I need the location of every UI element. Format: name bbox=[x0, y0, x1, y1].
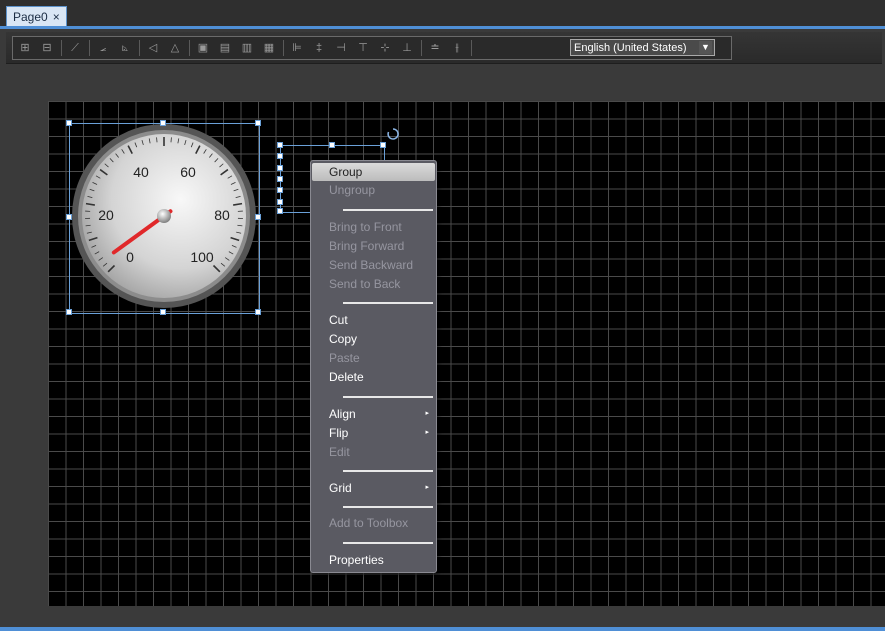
menu-item-flip-label: Flip bbox=[329, 426, 349, 440]
resize-handle[interactable] bbox=[277, 153, 283, 159]
resize-handle[interactable] bbox=[160, 120, 166, 126]
language-value: English (United States) bbox=[574, 42, 687, 54]
align-left-icon[interactable]: ⊫ bbox=[289, 40, 305, 56]
menu-item-flip[interactable]: Flip ▸ bbox=[312, 424, 435, 442]
document-tab-bar: Page0 × bbox=[0, 0, 885, 27]
toolbar-divider bbox=[471, 40, 472, 56]
rotate-right-icon[interactable]: ⦝ bbox=[117, 40, 133, 56]
menu-item-paste[interactable]: Paste bbox=[312, 349, 435, 367]
chevron-down-icon[interactable]: ▼ bbox=[699, 41, 712, 54]
menu-item-copy[interactable]: Copy bbox=[312, 330, 435, 348]
rotate-left-icon[interactable]: ⦟ bbox=[95, 40, 111, 56]
tab-underline bbox=[0, 26, 885, 29]
bring-to-front-icon[interactable]: ▣ bbox=[195, 40, 211, 56]
menu-separator bbox=[343, 506, 433, 508]
menu-item-bring-to-front[interactable]: Bring to Front bbox=[312, 218, 435, 236]
resize-handle[interactable] bbox=[66, 309, 72, 315]
tab-page0[interactable]: Page0 × bbox=[6, 6, 67, 27]
menu-item-edit[interactable]: Edit bbox=[312, 443, 435, 461]
toolbar-divider bbox=[283, 40, 284, 56]
menu-item-cut[interactable]: Cut bbox=[312, 311, 435, 329]
menu-item-add-to-toolbox[interactable]: Add to Toolbox bbox=[312, 514, 435, 532]
menu-separator bbox=[343, 470, 433, 472]
menu-item-send-to-back[interactable]: Send to Back bbox=[312, 275, 435, 293]
resize-handle[interactable] bbox=[277, 142, 283, 148]
chevron-right-icon: ▸ bbox=[425, 410, 429, 417]
menu-item-group[interactable]: Group bbox=[312, 163, 435, 181]
menu-item-align[interactable]: Align ▸ bbox=[312, 405, 435, 423]
align-right-icon[interactable]: ⊣ bbox=[333, 40, 349, 56]
toolbar-divider bbox=[189, 40, 190, 56]
menu-separator bbox=[343, 542, 433, 544]
tab-title: Page0 bbox=[13, 10, 48, 24]
resize-handle[interactable] bbox=[329, 142, 335, 148]
flip-horizontal-icon[interactable]: ◁ bbox=[145, 40, 161, 56]
menu-item-ungroup[interactable]: Ungroup bbox=[312, 181, 435, 199]
resize-handle[interactable] bbox=[380, 142, 386, 148]
resize-handle[interactable] bbox=[277, 199, 283, 205]
resize-handle[interactable] bbox=[277, 208, 283, 214]
edit-points-icon[interactable]: ⟋ bbox=[67, 40, 83, 56]
flip-vertical-icon[interactable]: △ bbox=[167, 40, 183, 56]
align-top-icon[interactable]: ⊤ bbox=[355, 40, 371, 56]
close-icon[interactable]: × bbox=[53, 10, 60, 24]
menu-item-delete[interactable]: Delete bbox=[312, 368, 435, 386]
chevron-right-icon: ▸ bbox=[425, 484, 429, 491]
menu-separator bbox=[343, 396, 433, 398]
align-center-icon[interactable]: ‡ bbox=[311, 40, 327, 56]
resize-handle[interactable] bbox=[66, 214, 72, 220]
resize-handle[interactable] bbox=[255, 214, 261, 220]
menu-item-grid-label: Grid bbox=[329, 481, 352, 495]
bring-forward-icon[interactable]: ▤ bbox=[217, 40, 233, 56]
toolbar: ⊞ ⊟ ⟋ ⦟ ⦝ ◁ △ ▣ ▤ ▥ ▦ ⊫ ‡ ⊣ ⊤ ⊹ ⊥ ≐ ⫲ En… bbox=[6, 32, 882, 64]
ungroup-icon[interactable]: ⊟ bbox=[39, 40, 55, 56]
rotate-handle-icon[interactable] bbox=[386, 127, 400, 141]
toolbar-divider bbox=[421, 40, 422, 56]
toolbar-divider bbox=[139, 40, 140, 56]
menu-separator bbox=[343, 209, 433, 211]
resize-handle[interactable] bbox=[160, 309, 166, 315]
menu-item-send-backward[interactable]: Send Backward bbox=[312, 256, 435, 274]
toolbar-divider bbox=[89, 40, 90, 56]
resize-handle[interactable] bbox=[277, 187, 283, 193]
status-accent-line bbox=[0, 627, 885, 631]
toolbar-divider bbox=[61, 40, 62, 56]
menu-separator bbox=[343, 302, 433, 304]
distribute-horizontal-icon[interactable]: ≐ bbox=[427, 40, 443, 56]
resize-handle[interactable] bbox=[277, 165, 283, 171]
send-backward-icon[interactable]: ▥ bbox=[239, 40, 255, 56]
menu-item-grid[interactable]: Grid ▸ bbox=[312, 479, 435, 497]
gauge-selection-box bbox=[69, 123, 260, 314]
toolbar-strip: ⊞ ⊟ ⟋ ⦟ ⦝ ◁ △ ▣ ▤ ▥ ▦ ⊫ ‡ ⊣ ⊤ ⊹ ⊥ ≐ ⫲ En… bbox=[12, 36, 732, 60]
resize-handle[interactable] bbox=[255, 120, 261, 126]
menu-item-bring-forward[interactable]: Bring Forward bbox=[312, 237, 435, 255]
group-icon[interactable]: ⊞ bbox=[17, 40, 33, 56]
language-select[interactable]: English (United States) ▼ bbox=[570, 39, 715, 56]
context-menu: Group Ungroup Bring to Front Bring Forwa… bbox=[310, 160, 437, 573]
resize-handle[interactable] bbox=[255, 309, 261, 315]
resize-handle[interactable] bbox=[277, 176, 283, 182]
align-middle-icon[interactable]: ⊹ bbox=[377, 40, 393, 56]
send-to-back-icon[interactable]: ▦ bbox=[261, 40, 277, 56]
resize-handle[interactable] bbox=[66, 120, 72, 126]
menu-item-properties[interactable]: Properties bbox=[312, 551, 435, 569]
distribute-vertical-icon[interactable]: ⫲ bbox=[449, 40, 465, 56]
menu-item-align-label: Align bbox=[329, 407, 356, 421]
align-bottom-icon[interactable]: ⊥ bbox=[399, 40, 415, 56]
chevron-right-icon: ▸ bbox=[425, 429, 429, 436]
